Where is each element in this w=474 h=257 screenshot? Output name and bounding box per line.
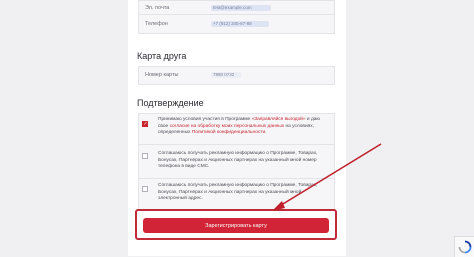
recaptcha-badge[interactable] [454,236,474,257]
recaptcha-icon [458,240,472,254]
annotation-arrow [272,143,382,211]
